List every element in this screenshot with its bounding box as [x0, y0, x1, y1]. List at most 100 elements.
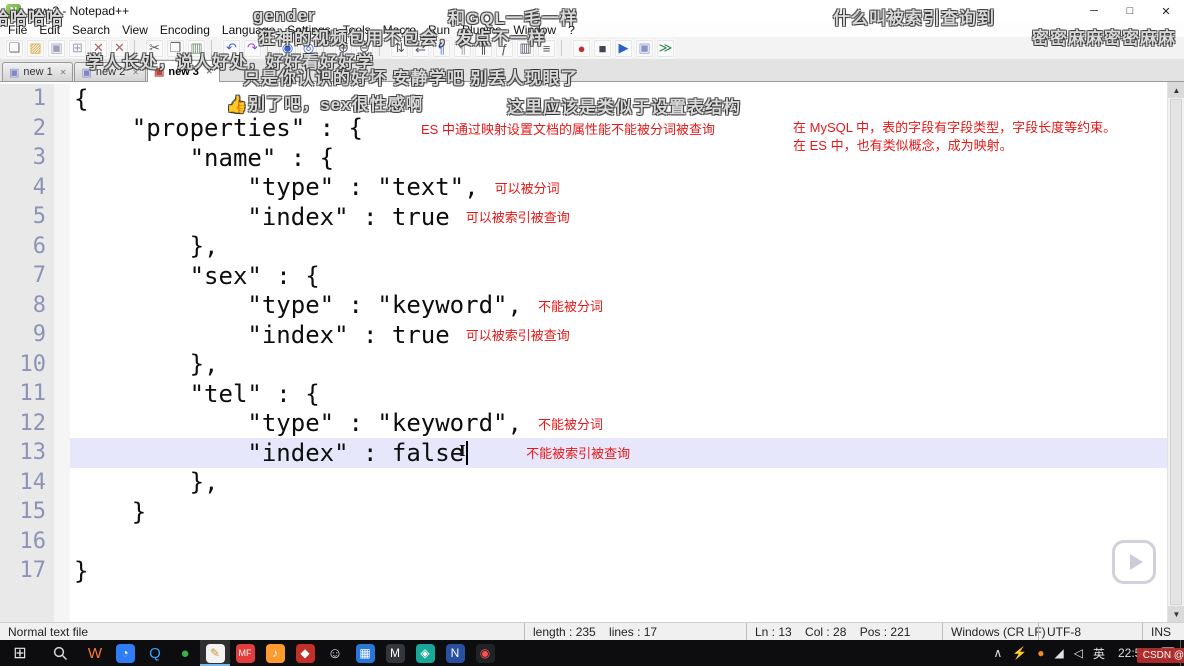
- code-area[interactable]: {: [70, 84, 1167, 114]
- run-macro-multiple-icon[interactable]: ≫: [656, 39, 675, 58]
- function-list-icon[interactable]: ƒ: [495, 39, 514, 58]
- usb-icon[interactable]: ⚡: [1007, 646, 1032, 660]
- taskbar-app-wps[interactable]: W: [80, 640, 110, 666]
- volume-icon[interactable]: ◁: [1069, 646, 1088, 660]
- show-all-characters-icon[interactable]: ¶: [453, 39, 472, 58]
- word-wrap-icon[interactable]: ¶: [432, 39, 451, 58]
- redo-icon[interactable]: ↷: [243, 39, 262, 58]
- tab-new-3[interactable]: ▣new 3✕: [147, 60, 220, 82]
- minimize-button[interactable]: ─: [1076, 0, 1112, 22]
- sync-scroll-vertical-icon[interactable]: ⇅: [390, 39, 409, 58]
- taskbar-app-docs[interactable]: ▦: [350, 640, 380, 666]
- menu-view[interactable]: View: [116, 23, 154, 37]
- paste-icon[interactable]: ▥: [187, 39, 206, 58]
- windows-taskbar: ⊞ W◔Q●✎MF♪◆☺▦M◈N◉ ∧⚡●◢◁ 英 22:54: [0, 640, 1184, 666]
- taskbar-app-mf[interactable]: MF: [230, 640, 260, 666]
- new-file-icon[interactable]: ❏: [5, 39, 24, 58]
- taskbar-search-icon[interactable]: [40, 640, 80, 666]
- code-area[interactable]: }: [70, 556, 1167, 586]
- zoom-in-icon[interactable]: ⊕: [334, 39, 353, 58]
- status-insert-mode[interactable]: INS: [1142, 623, 1184, 640]
- sync-scroll-horizontal-icon[interactable]: ⇄: [411, 39, 430, 58]
- menu-language[interactable]: Language: [216, 23, 281, 37]
- menu-tools[interactable]: Tools: [337, 23, 377, 37]
- close-all-icon[interactable]: ✕: [110, 39, 129, 58]
- tab-new-1[interactable]: ▣new 1✕: [2, 62, 73, 81]
- find-icon[interactable]: ◉: [278, 39, 297, 58]
- menu-plugins[interactable]: Plugins: [456, 23, 507, 37]
- taskbar-app-m[interactable]: M: [380, 640, 410, 666]
- menu-edit[interactable]: Edit: [33, 23, 66, 37]
- status-encoding[interactable]: UTF-8: [1038, 623, 1142, 640]
- taskbar-app-notepad[interactable]: ✎: [200, 640, 230, 666]
- start-button[interactable]: ⊞: [0, 640, 40, 666]
- code-area[interactable]: "type" : "keyword",不能被分词: [70, 409, 1167, 439]
- undo-icon[interactable]: ↶: [222, 39, 241, 58]
- menu-encoding[interactable]: Encoding: [154, 23, 216, 37]
- menu-window[interactable]: Window: [507, 23, 562, 37]
- taskbar-app-n[interactable]: N: [440, 640, 470, 666]
- editor[interactable]: 1{2 "properties" : {ES 中通过映射设置文档的属性能不能被分…: [0, 82, 1184, 622]
- menu-macro[interactable]: Macro: [377, 23, 422, 37]
- code-area[interactable]: },: [70, 232, 1167, 262]
- taskbar-app-browser-green[interactable]: ●: [170, 640, 200, 666]
- close-button[interactable]: ✕: [1148, 0, 1184, 22]
- code-area[interactable]: [70, 527, 1167, 557]
- security-icon[interactable]: ●: [1032, 646, 1049, 660]
- document-map-icon[interactable]: ▥: [516, 39, 535, 58]
- open-folder-icon[interactable]: ▨: [26, 39, 45, 58]
- tab-close-icon[interactable]: ✕: [60, 68, 67, 77]
- taskbar-app-smiley[interactable]: ☺: [320, 640, 350, 666]
- code-area[interactable]: "type" : "keyword",不能被分词: [70, 291, 1167, 321]
- taskbar-app-red[interactable]: ◆: [290, 640, 320, 666]
- scroll-up-icon[interactable]: ▲: [1168, 82, 1184, 98]
- code-area[interactable]: },: [70, 468, 1167, 498]
- scroll-down-icon[interactable]: ▼: [1168, 606, 1184, 622]
- code-area[interactable]: "index" : false不能被索引被查询: [70, 438, 1167, 468]
- code-area[interactable]: },: [70, 350, 1167, 380]
- save-icon[interactable]: ▣: [47, 39, 66, 58]
- scrollbar-thumb[interactable]: [1170, 99, 1182, 605]
- replace-icon[interactable]: ◎: [299, 39, 318, 58]
- taskbar-app-baidu-netdisk[interactable]: ◔: [110, 640, 140, 666]
- code-area[interactable]: "sex" : {: [70, 261, 1167, 291]
- taskbar-app-music[interactable]: ♪: [260, 640, 290, 666]
- hidden-icons-chevron-icon[interactable]: ∧: [988, 646, 1007, 660]
- menu-file[interactable]: File: [2, 23, 33, 37]
- stop-macro-icon[interactable]: ■: [593, 39, 612, 58]
- menu-search[interactable]: Search: [66, 23, 116, 37]
- cut-icon[interactable]: ✂: [145, 39, 164, 58]
- app-browser-green-icon: ●: [180, 646, 189, 661]
- save-macro-icon[interactable]: ▣: [635, 39, 654, 58]
- status-eol-format[interactable]: Windows (CR LF): [942, 623, 1038, 640]
- line-number: 10: [0, 350, 54, 380]
- record-macro-icon[interactable]: ●: [572, 39, 591, 58]
- vertical-scrollbar[interactable]: ▲ ▼: [1167, 82, 1184, 622]
- tab-close-icon[interactable]: ✕: [132, 68, 139, 77]
- input-language-indicator[interactable]: 英: [1088, 645, 1110, 662]
- code-area[interactable]: "type" : "text",可以被分词: [70, 173, 1167, 203]
- menu-help[interactable]: ?: [562, 23, 581, 37]
- taskbar-app-teal[interactable]: ◈: [410, 640, 440, 666]
- copy-icon[interactable]: ❐: [166, 39, 185, 58]
- zoom-out-icon[interactable]: ⊖: [355, 39, 374, 58]
- menu-run[interactable]: Run: [422, 23, 456, 37]
- taskbar-app-qq-browser[interactable]: Q: [140, 640, 170, 666]
- indent-guide-icon[interactable]: ∥: [474, 39, 493, 58]
- tab-new-2[interactable]: ▣new 2✕: [74, 62, 145, 81]
- taskbar-app-target[interactable]: ◉: [470, 640, 500, 666]
- maximize-button[interactable]: □: [1112, 0, 1148, 22]
- document-list-icon[interactable]: ≡: [537, 39, 556, 58]
- save-all-icon[interactable]: ⊞: [68, 39, 87, 58]
- editor-line: 8 "type" : "keyword",不能被分词: [0, 291, 1167, 321]
- code-area[interactable]: }: [70, 497, 1167, 527]
- play-macro-icon[interactable]: ▶: [614, 39, 633, 58]
- code-area[interactable]: "index" : true可以被索引被查询: [70, 202, 1167, 232]
- menu-settings[interactable]: Settings: [281, 23, 336, 37]
- code-area[interactable]: "index" : true可以被索引被查询: [70, 320, 1167, 350]
- close-icon[interactable]: ✕: [89, 39, 108, 58]
- editor-line: 9 "index" : true可以被索引被查询: [0, 320, 1167, 350]
- tab-close-icon[interactable]: ✕: [206, 67, 213, 76]
- network-icon[interactable]: ◢: [1049, 646, 1068, 660]
- code-area[interactable]: "tel" : {: [70, 379, 1167, 409]
